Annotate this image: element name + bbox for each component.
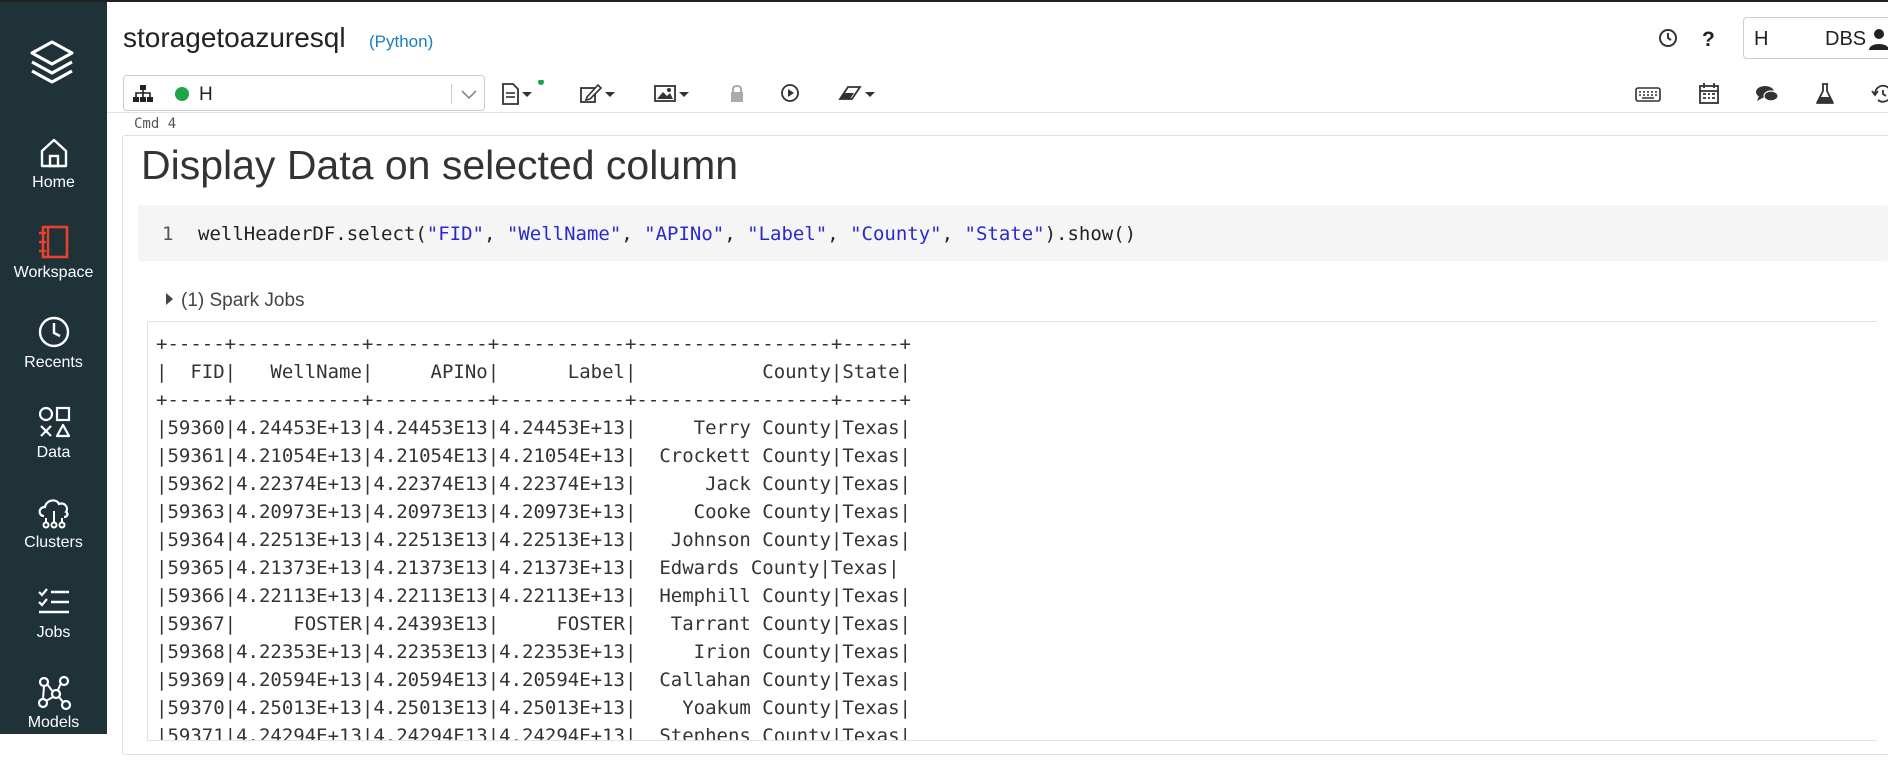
- sidebar-item-models[interactable]: Models: [0, 672, 107, 760]
- markdown-heading: Display Data on selected column: [141, 142, 739, 188]
- table-row: |59364|4.22513E+13|4.22513E13|4.22513E+1…: [156, 529, 911, 551]
- code-editor[interactable]: 1 wellHeaderDF.select("FID", "WellName",…: [138, 205, 1888, 261]
- history-clock-icon[interactable]: [1656, 26, 1680, 50]
- data-icon: [38, 406, 70, 438]
- code-call-end: ).show(): [1044, 223, 1137, 245]
- play-circle-icon: [781, 84, 799, 102]
- output-table-text: +-----+-----------+----------+----------…: [156, 330, 911, 741]
- run-all-button[interactable]: [779, 80, 801, 106]
- expand-triangle-icon: [166, 293, 173, 305]
- sidebar-item-label: Jobs: [36, 624, 71, 641]
- cluster-selector[interactable]: H: [123, 75, 485, 111]
- sidebar-item-recents[interactable]: Recents: [0, 312, 107, 400]
- image-icon: [654, 85, 689, 102]
- file-icon: [502, 80, 544, 105]
- code-string-arg: "WellName": [506, 223, 622, 245]
- sidebar-item-home[interactable]: Home: [0, 132, 107, 220]
- user-menu[interactable]: H DBS: [1743, 17, 1888, 59]
- table-row: |59371|4.24294E+13|4.24294E13|4.24294E+1…: [156, 725, 911, 741]
- comments-icon[interactable]: [1754, 82, 1780, 106]
- sidebar-item-clusters[interactable]: Clusters: [0, 492, 107, 580]
- table-row: |59361|4.21054E+13|4.21054E13|4.21054E+1…: [156, 445, 911, 467]
- table-row: |59367| FOSTER|4.24393E13| FOSTER| Tarra…: [156, 613, 911, 635]
- home-icon: [40, 138, 67, 168]
- window-top-border: [0, 0, 1888, 2]
- notebook-language[interactable]: (Python): [369, 32, 433, 52]
- models-icon: [37, 675, 71, 711]
- table-row: |59363|4.20973E+13|4.20973E13|4.20973E+1…: [156, 501, 911, 523]
- eraser-icon: [838, 86, 875, 100]
- keyboard-shortcuts-icon[interactable]: [1635, 82, 1661, 106]
- spark-jobs-toggle[interactable]: (1) Spark Jobs: [166, 290, 305, 312]
- table-row: |59368|4.22353E+13|4.22353E13|4.22353E+1…: [156, 641, 911, 663]
- cell-output: +-----+-----------+----------+----------…: [147, 321, 1877, 741]
- sidebar-item-jobs[interactable]: Jobs: [0, 582, 107, 670]
- clock-icon: [38, 316, 69, 348]
- table-row: |59370|4.25013E+13|4.25013E13|4.25013E+1…: [156, 697, 911, 719]
- table-border: +-----+-----------+----------+----------…: [156, 333, 911, 355]
- table-row: |59360|4.24453E+13|4.24453E13|4.24453E+1…: [156, 417, 911, 439]
- sidebar-item-data[interactable]: Data: [0, 402, 107, 490]
- view-menu-button[interactable]: [653, 80, 697, 106]
- sidebar-item-label: Workspace: [13, 264, 94, 281]
- table-row: |59366|4.22113E+13|4.22113E13|4.22113E+1…: [156, 585, 911, 607]
- cluster-tree-icon: [133, 85, 153, 102]
- user-name-initial: H: [1754, 28, 1769, 50]
- svg-text:?: ?: [1702, 28, 1715, 50]
- permissions-button[interactable]: [728, 80, 746, 106]
- table-row: |59365|4.21373E+13|4.21373E13|4.21373E+1…: [156, 557, 900, 579]
- experiment-flask-icon[interactable]: [1812, 82, 1838, 106]
- cloud-icon: [38, 499, 69, 529]
- selector-divider: [451, 84, 452, 104]
- table-border: +-----+-----------+----------+----------…: [156, 389, 911, 411]
- cell-command-label: Cmd 4: [134, 116, 177, 132]
- jobs-icon: [37, 588, 69, 614]
- line-number: 1: [162, 223, 174, 245]
- sidebar-item-label: Data: [36, 444, 71, 461]
- workspace-icon: [38, 225, 68, 259]
- cluster-status-dot: [175, 87, 189, 101]
- code-line[interactable]: wellHeaderDF.select("FID", "WellName", "…: [198, 223, 1136, 245]
- sidebar-item-label: Home: [32, 174, 75, 191]
- clear-menu-button[interactable]: [836, 80, 880, 106]
- code-string-arg: "County": [850, 223, 942, 245]
- help-icon[interactable]: ?: [1697, 26, 1721, 50]
- lock-icon: [731, 85, 743, 102]
- sidebar-item-workspace[interactable]: Workspace: [0, 222, 107, 310]
- schedule-calendar-icon[interactable]: [1696, 82, 1722, 106]
- notebook-title[interactable]: storagetoazuresql: [123, 22, 346, 54]
- cluster-name: H: [199, 84, 213, 105]
- code-string-arg: "FID": [426, 223, 484, 245]
- toolbar-divider: [107, 112, 1888, 113]
- file-menu-button[interactable]: [500, 80, 550, 106]
- chevron-down-icon[interactable]: [459, 84, 479, 104]
- spark-jobs-label: (1) Spark Jobs: [181, 290, 305, 311]
- code-string-arg: "APINo": [644, 223, 725, 245]
- edit-menu-button[interactable]: [578, 80, 622, 106]
- databricks-logo-icon[interactable]: [28, 38, 76, 88]
- user-icon: [1869, 29, 1888, 50]
- code-string-arg: "Label": [747, 223, 828, 245]
- table-header: | FID| WellName| APINo| Label| County|St…: [156, 361, 911, 383]
- code-call: wellHeaderDF.select(: [198, 223, 427, 245]
- table-row: |59362|4.22374E+13|4.22374E13|4.22374E+1…: [156, 473, 911, 495]
- revision-history-icon[interactable]: [1870, 82, 1888, 106]
- edit-icon: [580, 83, 615, 103]
- table-row: |59369|4.20594E+13|4.20594E13|4.20594E+1…: [156, 669, 911, 691]
- sidebar-item-label: Models: [27, 714, 80, 731]
- code-string-arg: "State": [964, 223, 1045, 245]
- sidebar: Home Workspace Recents Data Clusters Job…: [0, 2, 107, 734]
- user-name-suffix: DBS: [1825, 28, 1867, 50]
- sidebar-item-label: Clusters: [24, 534, 83, 551]
- sidebar-item-label: Recents: [24, 354, 83, 371]
